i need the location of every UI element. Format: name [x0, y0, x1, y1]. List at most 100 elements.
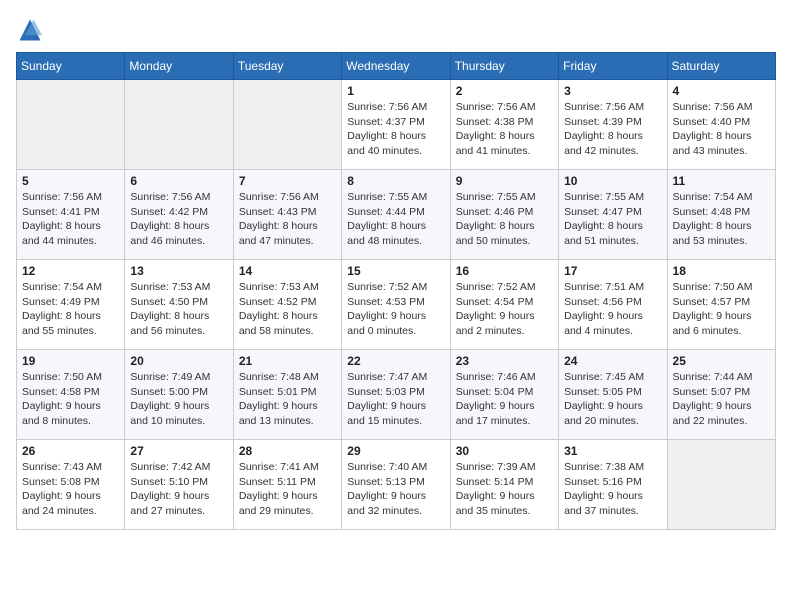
day-number: 18: [673, 264, 770, 278]
weekday-header-row: SundayMondayTuesdayWednesdayThursdayFrid…: [17, 53, 776, 80]
day-info: Sunrise: 7:55 AM Sunset: 4:47 PM Dayligh…: [564, 190, 661, 249]
calendar-cell: 5 Sunrise: 7:56 AM Sunset: 4:41 PM Daylig…: [17, 170, 125, 260]
calendar-week-row: 19 Sunrise: 7:50 AM Sunset: 4:58 PM Dayli…: [17, 350, 776, 440]
day-number: 16: [456, 264, 553, 278]
day-info: Sunrise: 7:50 AM Sunset: 4:58 PM Dayligh…: [22, 370, 119, 429]
logo: [16, 16, 48, 44]
calendar-cell: 14 Sunrise: 7:53 AM Sunset: 4:52 PM Dayli…: [233, 260, 341, 350]
calendar-table: SundayMondayTuesdayWednesdayThursdayFrid…: [16, 52, 776, 530]
day-number: 27: [130, 444, 227, 458]
calendar-cell: 21Sunrise: 7:48 AM Sunset: 5:01 PM Dayli…: [233, 350, 341, 440]
day-info: Sunrise: 7:53 AM Sunset: 4:52 PM Dayligh…: [239, 280, 336, 339]
day-info: Sunrise: 7:56 AM Sunset: 4:38 PM Dayligh…: [456, 100, 553, 159]
calendar-cell: 19 Sunrise: 7:50 AM Sunset: 4:58 PM Dayli…: [17, 350, 125, 440]
day-info: Sunrise: 7:55 AM Sunset: 4:46 PM Dayligh…: [456, 190, 553, 249]
day-number: 10: [564, 174, 661, 188]
day-info: Sunrise: 7:55 AM Sunset: 4:44 PM Dayligh…: [347, 190, 444, 249]
weekday-header: Saturday: [667, 53, 775, 80]
calendar-cell: 11 Sunrise: 7:54 AM Sunset: 4:48 PM Dayli…: [667, 170, 775, 260]
calendar-cell: 24 Sunrise: 7:45 AM Sunset: 5:05 PM Dayli…: [559, 350, 667, 440]
day-number: 12: [22, 264, 119, 278]
calendar-cell: 3 Sunrise: 7:56 AM Sunset: 4:39 PM Daylig…: [559, 80, 667, 170]
calendar-cell: 13 Sunrise: 7:53 AM Sunset: 4:50 PM Dayli…: [125, 260, 233, 350]
calendar-cell: [233, 80, 341, 170]
day-info: Sunrise: 7:40 AM Sunset: 5:13 PM Dayligh…: [347, 460, 444, 519]
calendar-cell: 25 Sunrise: 7:44 AM Sunset: 5:07 PM Dayli…: [667, 350, 775, 440]
day-number: 24: [564, 354, 661, 368]
day-info: Sunrise: 7:56 AM Sunset: 4:42 PM Dayligh…: [130, 190, 227, 249]
calendar-cell: 16 Sunrise: 7:52 AM Sunset: 4:54 PM Dayli…: [450, 260, 558, 350]
weekday-header: Tuesday: [233, 53, 341, 80]
day-number: 9: [456, 174, 553, 188]
day-info: Sunrise: 7:56 AM Sunset: 4:40 PM Dayligh…: [673, 100, 770, 159]
calendar-cell: 27 Sunrise: 7:42 AM Sunset: 5:10 PM Dayli…: [125, 440, 233, 530]
day-number: 3: [564, 84, 661, 98]
day-number: 5: [22, 174, 119, 188]
day-info: Sunrise: 7:54 AM Sunset: 4:49 PM Dayligh…: [22, 280, 119, 339]
calendar-cell: [667, 440, 775, 530]
calendar-cell: 15 Sunrise: 7:52 AM Sunset: 4:53 PM Dayli…: [342, 260, 450, 350]
day-info: Sunrise: 7:47 AM Sunset: 5:03 PM Dayligh…: [347, 370, 444, 429]
day-number: 14: [239, 264, 336, 278]
day-info: Sunrise: 7:52 AM Sunset: 4:54 PM Dayligh…: [456, 280, 553, 339]
day-number: 11: [673, 174, 770, 188]
calendar-cell: 12 Sunrise: 7:54 AM Sunset: 4:49 PM Dayli…: [17, 260, 125, 350]
day-number: 23: [456, 354, 553, 368]
day-info: Sunrise: 7:38 AM Sunset: 5:16 PM Dayligh…: [564, 460, 661, 519]
day-number: 4: [673, 84, 770, 98]
calendar-cell: 18Sunrise: 7:50 AM Sunset: 4:57 PM Dayli…: [667, 260, 775, 350]
calendar-week-row: 5 Sunrise: 7:56 AM Sunset: 4:41 PM Daylig…: [17, 170, 776, 260]
day-info: Sunrise: 7:48 AM Sunset: 5:01 PM Dayligh…: [239, 370, 336, 429]
calendar-cell: [125, 80, 233, 170]
calendar-cell: 8 Sunrise: 7:55 AM Sunset: 4:44 PM Daylig…: [342, 170, 450, 260]
day-info: Sunrise: 7:53 AM Sunset: 4:50 PM Dayligh…: [130, 280, 227, 339]
calendar-cell: 23Sunrise: 7:46 AM Sunset: 5:04 PM Dayli…: [450, 350, 558, 440]
day-info: Sunrise: 7:54 AM Sunset: 4:48 PM Dayligh…: [673, 190, 770, 249]
day-number: 25: [673, 354, 770, 368]
calendar-week-row: 1Sunrise: 7:56 AM Sunset: 4:37 PM Daylig…: [17, 80, 776, 170]
day-info: Sunrise: 7:51 AM Sunset: 4:56 PM Dayligh…: [564, 280, 661, 339]
calendar-cell: 31 Sunrise: 7:38 AM Sunset: 5:16 PM Dayli…: [559, 440, 667, 530]
weekday-header: Friday: [559, 53, 667, 80]
calendar-cell: 10 Sunrise: 7:55 AM Sunset: 4:47 PM Dayli…: [559, 170, 667, 260]
calendar-cell: 7Sunrise: 7:56 AM Sunset: 4:43 PM Daylig…: [233, 170, 341, 260]
day-number: 8: [347, 174, 444, 188]
day-number: 19: [22, 354, 119, 368]
calendar-cell: 22Sunrise: 7:47 AM Sunset: 5:03 PM Dayli…: [342, 350, 450, 440]
weekday-header: Thursday: [450, 53, 558, 80]
day-info: Sunrise: 7:52 AM Sunset: 4:53 PM Dayligh…: [347, 280, 444, 339]
calendar-cell: 1Sunrise: 7:56 AM Sunset: 4:37 PM Daylig…: [342, 80, 450, 170]
day-number: 31: [564, 444, 661, 458]
weekday-header: Wednesday: [342, 53, 450, 80]
day-info: Sunrise: 7:56 AM Sunset: 4:41 PM Dayligh…: [22, 190, 119, 249]
day-info: Sunrise: 7:42 AM Sunset: 5:10 PM Dayligh…: [130, 460, 227, 519]
page-header: [16, 16, 776, 44]
day-number: 13: [130, 264, 227, 278]
day-info: Sunrise: 7:43 AM Sunset: 5:08 PM Dayligh…: [22, 460, 119, 519]
calendar-week-row: 26 Sunrise: 7:43 AM Sunset: 5:08 PM Dayli…: [17, 440, 776, 530]
day-number: 17: [564, 264, 661, 278]
calendar-cell: 30 Sunrise: 7:39 AM Sunset: 5:14 PM Dayli…: [450, 440, 558, 530]
day-number: 15: [347, 264, 444, 278]
calendar-cell: [17, 80, 125, 170]
day-info: Sunrise: 7:45 AM Sunset: 5:05 PM Dayligh…: [564, 370, 661, 429]
calendar-cell: 28Sunrise: 7:41 AM Sunset: 5:11 PM Dayli…: [233, 440, 341, 530]
day-number: 26: [22, 444, 119, 458]
day-info: Sunrise: 7:56 AM Sunset: 4:37 PM Dayligh…: [347, 100, 444, 159]
calendar-cell: 2 Sunrise: 7:56 AM Sunset: 4:38 PM Daylig…: [450, 80, 558, 170]
day-number: 30: [456, 444, 553, 458]
weekday-header: Sunday: [17, 53, 125, 80]
day-number: 20: [130, 354, 227, 368]
day-info: Sunrise: 7:49 AM Sunset: 5:00 PM Dayligh…: [130, 370, 227, 429]
day-info: Sunrise: 7:39 AM Sunset: 5:14 PM Dayligh…: [456, 460, 553, 519]
logo-icon: [16, 16, 44, 44]
day-info: Sunrise: 7:44 AM Sunset: 5:07 PM Dayligh…: [673, 370, 770, 429]
day-number: 28: [239, 444, 336, 458]
day-info: Sunrise: 7:56 AM Sunset: 4:39 PM Dayligh…: [564, 100, 661, 159]
day-number: 2: [456, 84, 553, 98]
day-number: 29: [347, 444, 444, 458]
calendar-cell: 20 Sunrise: 7:49 AM Sunset: 5:00 PM Dayli…: [125, 350, 233, 440]
weekday-header: Monday: [125, 53, 233, 80]
calendar-cell: 26 Sunrise: 7:43 AM Sunset: 5:08 PM Dayli…: [17, 440, 125, 530]
calendar-cell: 4 Sunrise: 7:56 AM Sunset: 4:40 PM Daylig…: [667, 80, 775, 170]
